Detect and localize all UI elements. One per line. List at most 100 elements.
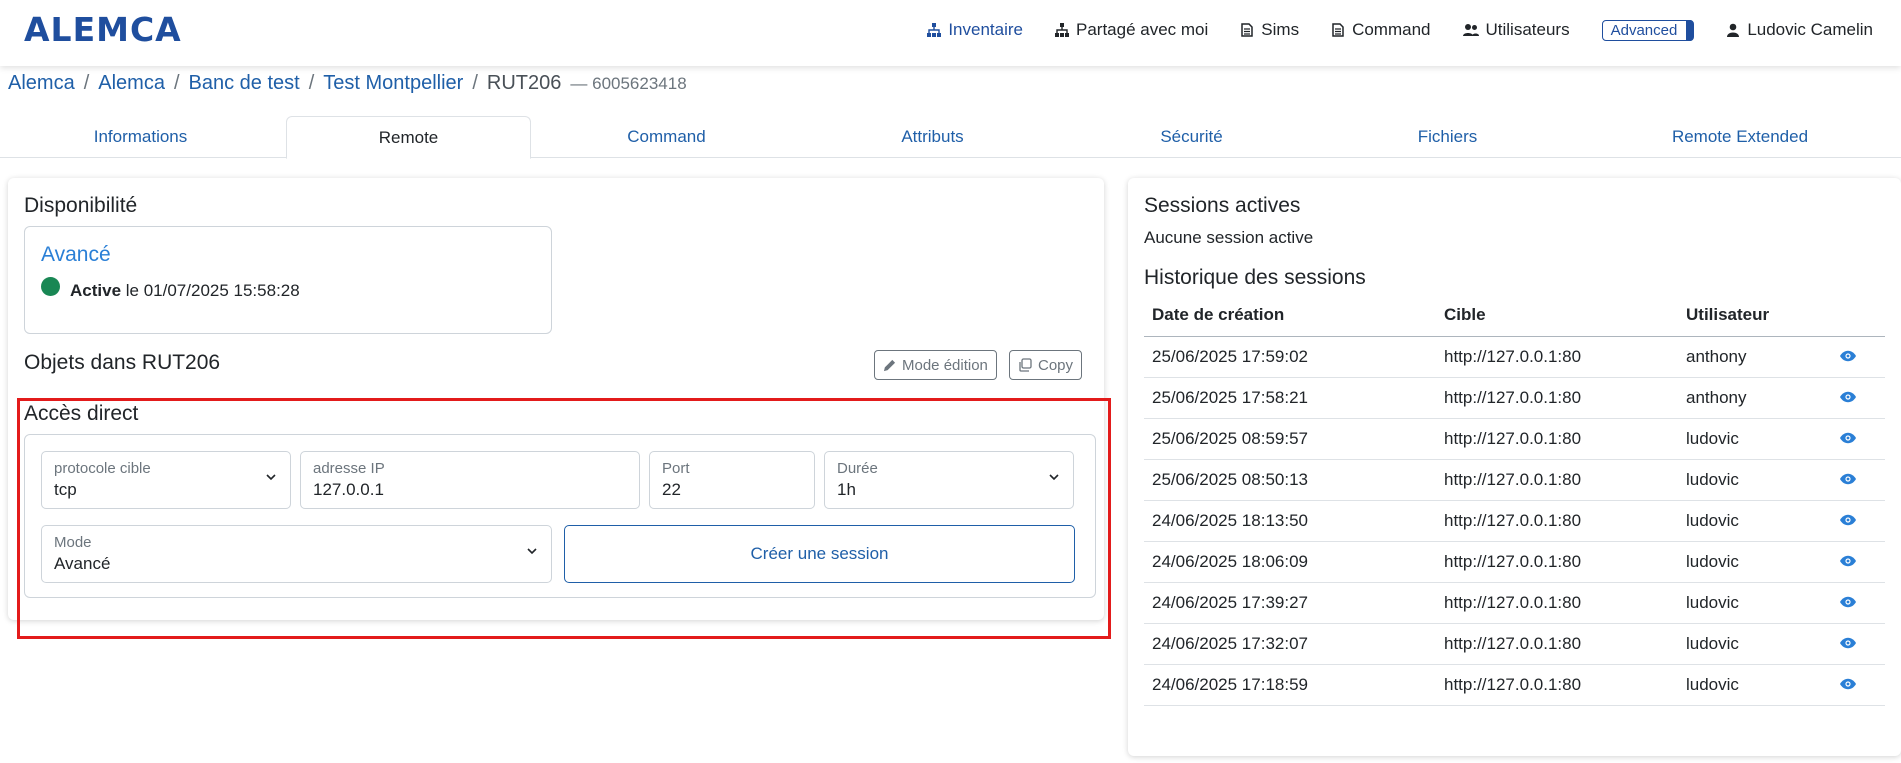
user-menu[interactable]: Ludovic Camelin bbox=[1726, 20, 1873, 40]
tab-remote-extended[interactable]: Remote Extended bbox=[1580, 116, 1900, 158]
edit-mode-button[interactable]: Mode édition bbox=[874, 350, 997, 380]
mode-value: Avancé bbox=[54, 554, 111, 573]
device-serial: — 6005623418 bbox=[570, 73, 687, 93]
chevron-down-icon bbox=[1049, 474, 1059, 481]
nav-item-utilisateurs[interactable]: Utilisateurs bbox=[1462, 20, 1570, 40]
tab-securite[interactable]: Sécurité bbox=[1070, 116, 1313, 158]
table-row: 25/06/2025 08:59:57 http://127.0.0.1:80 lu… bbox=[1144, 418, 1885, 460]
availability-title: Disponibilité bbox=[24, 194, 138, 217]
breadcrumb-separator: / bbox=[472, 72, 478, 94]
table-row: 24/06/2025 17:18:59 http://127.0.0.1:80 lu… bbox=[1144, 664, 1885, 706]
tab-fichiers[interactable]: Fichiers bbox=[1320, 116, 1575, 158]
nav-item-label: Utilisateurs bbox=[1485, 20, 1570, 39]
port-label: Port bbox=[662, 460, 690, 477]
nav-item-command[interactable]: Command bbox=[1331, 20, 1431, 40]
session-date-cell: 25/06/2025 17:59:02 bbox=[1144, 336, 1436, 378]
no-active-session-text: Aucune session active bbox=[1144, 228, 1314, 247]
duration-value: 1h bbox=[837, 480, 856, 499]
session-user-cell: ludovic bbox=[1678, 500, 1831, 542]
direct-access-form: protocole cible tcp adresse IP 127.0.0.1… bbox=[24, 434, 1096, 598]
nav-item-sims[interactable]: Sims bbox=[1240, 20, 1299, 40]
user-icon bbox=[1727, 23, 1740, 37]
eye-icon[interactable] bbox=[1839, 350, 1857, 362]
table-header-row: Date de création Cible Utilisateur bbox=[1144, 295, 1885, 337]
breadcrumb-item[interactable]: Banc de test bbox=[189, 72, 300, 95]
advanced-mode-badge[interactable]: Advanced bbox=[1601, 19, 1695, 41]
session-target-cell: http://127.0.0.1:80 bbox=[1436, 500, 1678, 542]
document-icon bbox=[1241, 23, 1254, 37]
tab-command[interactable]: Command bbox=[540, 116, 793, 158]
breadcrumb-item[interactable]: Alemca bbox=[8, 72, 75, 95]
sitemap-icon bbox=[927, 23, 942, 37]
availability-box: Avancé Active le 01/07/2025 15:58:28 bbox=[24, 226, 552, 334]
copy-button[interactable]: Copy bbox=[1009, 350, 1083, 380]
session-target-cell: http://127.0.0.1:80 bbox=[1436, 623, 1678, 665]
breadcrumb-item[interactable]: Alemca bbox=[98, 72, 165, 95]
breadcrumb: Alemca / Alemca / Banc de test / Test Mo… bbox=[8, 72, 687, 95]
nav-item-label: Inventaire bbox=[948, 20, 1023, 39]
session-date-cell: 24/06/2025 18:13:50 bbox=[1144, 500, 1436, 542]
breadcrumb-separator: / bbox=[173, 72, 180, 94]
session-history-table: Date de création Cible Utilisateur 25/06… bbox=[1144, 295, 1885, 706]
sitemap-icon bbox=[1055, 23, 1069, 37]
eye-icon[interactable] bbox=[1839, 473, 1857, 485]
breadcrumb-item[interactable]: Test Montpellier bbox=[323, 72, 463, 95]
session-target-cell: http://127.0.0.1:80 bbox=[1436, 418, 1678, 460]
breadcrumb-separator: / bbox=[83, 72, 90, 94]
nav-menu: Inventaire Partagé avec moi Sims Command… bbox=[927, 0, 1873, 60]
table-row: 24/06/2025 17:39:27 http://127.0.0.1:80 lu… bbox=[1144, 582, 1885, 624]
top-navbar: ALEMCA Inventaire Partagé avec moi Sims … bbox=[0, 0, 1901, 66]
create-session-button[interactable]: Créer une session bbox=[564, 525, 1075, 583]
session-date-cell: 25/06/2025 17:58:21 bbox=[1144, 377, 1436, 419]
session-history-title: Historique des sessions bbox=[1144, 266, 1366, 289]
session-date-cell: 24/06/2025 17:18:59 bbox=[1144, 664, 1436, 706]
ip-address-label: adresse IP bbox=[313, 460, 385, 477]
nav-item-label: Command bbox=[1352, 20, 1431, 39]
tab-informations[interactable]: Informations bbox=[0, 116, 281, 158]
breadcrumb-separator: / bbox=[308, 72, 315, 94]
protocol-select[interactable]: protocole cible tcp bbox=[41, 451, 291, 509]
tab-attributs[interactable]: Attributs bbox=[800, 116, 1065, 158]
breadcrumb-current: RUT206 bbox=[486, 72, 562, 94]
view-session-cell bbox=[1831, 664, 1885, 706]
port-field[interactable]: Port 22 bbox=[649, 451, 815, 509]
eye-icon[interactable] bbox=[1839, 391, 1857, 403]
session-date-cell: 24/06/2025 17:39:27 bbox=[1144, 582, 1436, 624]
duration-select[interactable]: Durée 1h bbox=[824, 451, 1074, 509]
chevron-down-icon bbox=[527, 548, 537, 555]
mode-select[interactable]: Mode Avancé bbox=[41, 525, 552, 583]
eye-icon[interactable] bbox=[1839, 596, 1857, 608]
nav-item-label: Sims bbox=[1261, 20, 1300, 39]
status-label: Active bbox=[70, 281, 122, 300]
eye-icon[interactable] bbox=[1839, 514, 1857, 526]
mode-label: Mode bbox=[54, 534, 92, 551]
session-user-cell: anthony bbox=[1678, 377, 1831, 419]
session-date-cell: 24/06/2025 17:32:07 bbox=[1144, 623, 1436, 665]
status-line: Active le 01/07/2025 15:58:28 bbox=[70, 281, 300, 301]
nav-item-label: Partagé avec moi bbox=[1076, 20, 1209, 39]
session-target-cell: http://127.0.0.1:80 bbox=[1436, 541, 1678, 583]
users-icon bbox=[1462, 24, 1479, 36]
tab-bar: Informations Remote Command Attributs Sé… bbox=[0, 116, 1901, 159]
view-session-cell bbox=[1831, 623, 1885, 665]
ip-address-field[interactable]: adresse IP 127.0.0.1 bbox=[300, 451, 640, 509]
tab-remote[interactable]: Remote bbox=[286, 116, 531, 159]
eye-icon[interactable] bbox=[1839, 432, 1857, 444]
protocol-label: protocole cible bbox=[54, 460, 151, 477]
view-session-cell bbox=[1831, 418, 1885, 460]
view-session-cell bbox=[1831, 377, 1885, 419]
eye-icon[interactable] bbox=[1839, 678, 1857, 690]
view-session-cell bbox=[1831, 336, 1885, 378]
session-user-cell: anthony bbox=[1678, 336, 1831, 378]
column-header-actions bbox=[1831, 295, 1885, 337]
eye-icon[interactable] bbox=[1839, 637, 1857, 649]
copy-icon bbox=[1019, 358, 1032, 372]
chevron-down-icon bbox=[266, 474, 276, 481]
nav-item-inventaire[interactable]: Inventaire bbox=[927, 20, 1023, 40]
sessions-card: Sessions actives Aucune session active H… bbox=[1128, 178, 1901, 756]
nav-item-partage[interactable]: Partagé avec moi bbox=[1055, 20, 1208, 40]
protocol-value: tcp bbox=[54, 480, 77, 499]
column-header: Utilisateur bbox=[1678, 295, 1831, 337]
app-logo[interactable]: ALEMCA bbox=[24, 10, 182, 49]
eye-icon[interactable] bbox=[1839, 555, 1857, 567]
